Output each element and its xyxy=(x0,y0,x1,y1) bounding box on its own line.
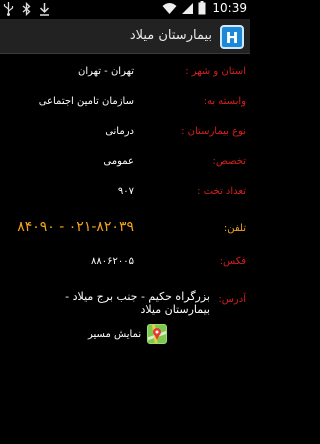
type-value: درمانی xyxy=(105,126,134,137)
specialty-value: عمومی xyxy=(103,156,134,167)
notification-icons xyxy=(3,2,50,16)
affiliation-value: سازمان تامین اجتماعی xyxy=(38,96,134,107)
wifi-icon xyxy=(162,2,177,14)
province-value: تهران - تهران xyxy=(77,66,134,77)
usb-icon xyxy=(3,2,14,16)
type-label: نوع بیمارستان : xyxy=(181,126,246,137)
action-bar: H بیمارستان میلاد xyxy=(0,19,250,54)
beds-label: تعداد تخت : xyxy=(197,186,246,197)
phone-label: تلفن: xyxy=(223,223,246,234)
show-route-label: نمایش مسیر xyxy=(88,328,142,340)
hospital-logo-icon[interactable]: H xyxy=(220,25,244,49)
logo-letter: H xyxy=(225,29,239,47)
province-label: استان و شهر : xyxy=(185,66,246,77)
address-value: بزرگراه حکیم - جنب برج میلاد - بیمارستان… xyxy=(65,290,210,316)
fax-value: ۸۸۰۶۲۰۰۵ xyxy=(91,256,134,267)
address-label: آدرس: xyxy=(218,294,246,305)
affiliation-label: وابسته به: xyxy=(203,96,246,107)
page-title: بیمارستان میلاد xyxy=(129,28,212,43)
fax-label: فکس: xyxy=(219,256,246,267)
map-icon xyxy=(147,324,168,344)
phone-value[interactable]: ۰۲۱-۸۲۰۳۹ - ۸۴۰۹۰ xyxy=(17,219,134,235)
specialty-label: تخصص: xyxy=(212,156,246,167)
battery-icon xyxy=(198,1,206,15)
status-bar: 10:39 xyxy=(0,0,250,19)
clock: 10:39 xyxy=(212,1,247,15)
bluetooth-icon xyxy=(22,2,31,16)
signal-icon xyxy=(182,2,194,14)
download-icon xyxy=(39,3,50,16)
show-route-button[interactable]: نمایش مسیر xyxy=(88,324,168,344)
system-icons: 10:39 xyxy=(162,1,247,15)
beds-value: ۹۰۷ xyxy=(117,186,134,197)
